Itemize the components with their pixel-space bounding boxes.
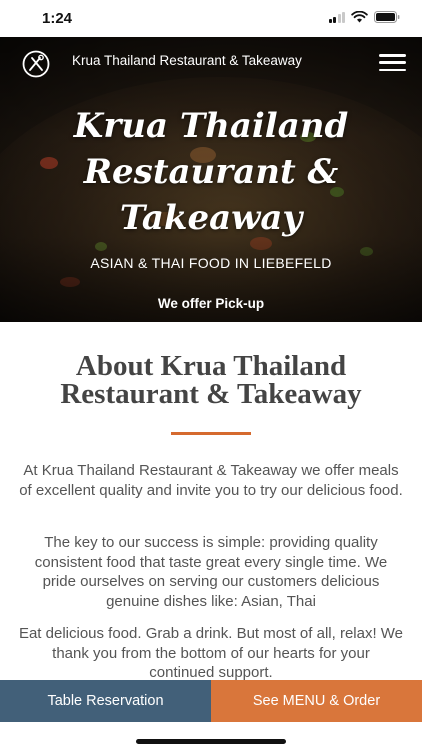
top-navigation: Krua Thailand Restaurant & Takeaway [0, 37, 422, 85]
about-paragraph-2: The key to our success is simple: provid… [34, 534, 388, 610]
wifi-icon [351, 11, 368, 23]
hamburger-menu-icon[interactable] [379, 54, 406, 71]
section-divider [171, 432, 251, 435]
battery-icon [374, 11, 400, 23]
about-title: About Krua Thailand Restaurant & Takeawa… [60, 350, 362, 410]
hero-subtitle: ASIAN & THAI FOOD IN LIEBEFELD [90, 255, 332, 271]
status-icons [328, 11, 401, 23]
plate-fork-knife-icon[interactable] [22, 50, 50, 78]
home-indicator[interactable] [136, 739, 286, 744]
bottom-action-bar: Table Reservation See MENU & Order [0, 680, 422, 722]
status-time: 1:24 [42, 10, 73, 27]
about-paragraph-3: Eat delicious food. Grab a drink. But mo… [18, 625, 404, 681]
menu-order-button[interactable]: See MENU & Order [211, 680, 422, 722]
brand-name[interactable]: Krua Thailand Restaurant & Takeaway [72, 53, 302, 68]
status-bar: 1:24 [0, 0, 422, 37]
table-reservation-button[interactable]: Table Reservation [0, 680, 211, 722]
hero-banner: Krua Thailand Restaurant & Takeaway Krua… [0, 37, 422, 322]
hero-title: Krua Thailand Restaurant & Takeaway [73, 106, 349, 238]
about-paragraph-1: At Krua Thailand Restaurant & Takeaway w… [19, 462, 403, 499]
pickup-notice: We offer Pick-up [157, 296, 265, 311]
cellular-signal-icon [328, 11, 345, 23]
